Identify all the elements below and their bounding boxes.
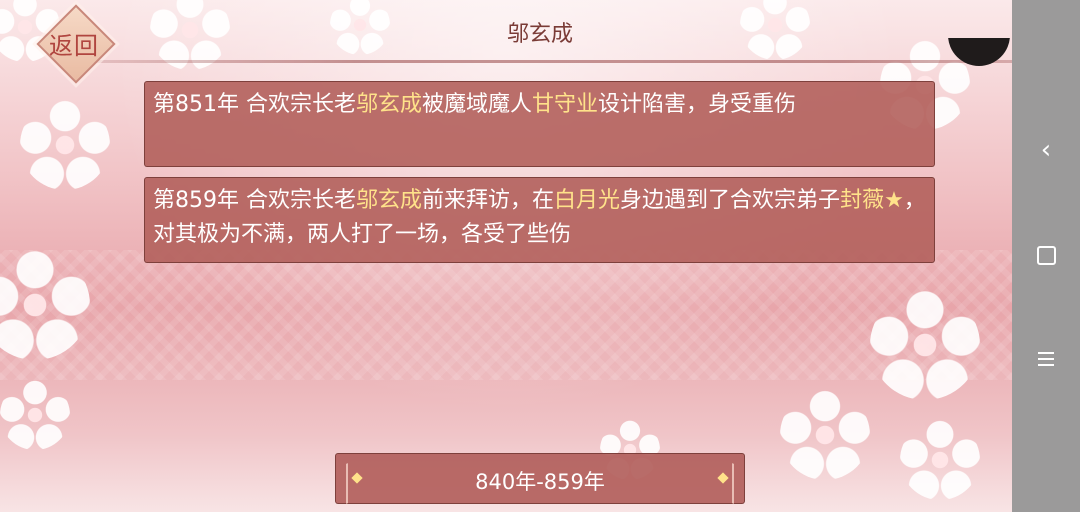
back-button-label: 返回 <box>49 32 99 60</box>
game-screen: 返回 邬玄成 ❧ 第851年 合欢宗长老邬玄成被魔域魔人甘守业设计陷害，身受重伤… <box>0 0 1012 512</box>
event-entry: 第859年 合欢宗长老邬玄成前来拜访，在白月光身边遇到了合欢宗弟子封薇★，对其极… <box>144 177 935 263</box>
menu-icon <box>1038 352 1054 354</box>
overlay-circle <box>948 38 1010 66</box>
header-ribbon <box>60 60 1012 63</box>
event-entry: 第851年 合欢宗长老邬玄成被魔域魔人甘守业设计陷害，身受重伤 <box>144 81 935 167</box>
nav-back-button[interactable]: ‹ <box>1012 130 1080 170</box>
year-range-label: 840年-859年 <box>475 470 605 494</box>
decor-flower <box>900 420 980 500</box>
nav-menu-button[interactable] <box>1012 340 1080 380</box>
page-title: 邬玄成 <box>506 22 573 47</box>
year-range-selector: 840年-859年 <box>335 452 745 504</box>
nav-home-button[interactable] <box>1012 235 1080 275</box>
decor-flower <box>870 290 980 400</box>
lace-pattern <box>0 250 1012 380</box>
square-icon <box>1036 246 1056 265</box>
system-nav-bar: ‹ <box>1012 0 1080 512</box>
next-range-button[interactable] <box>700 452 744 504</box>
decor-flower <box>0 380 70 450</box>
decor-flower <box>20 100 110 190</box>
event-text: 第859年 合欢宗长老邬玄成前来拜访，在白月光身边遇到了合欢宗弟子封薇★，对其极… <box>153 188 926 247</box>
decor-flower <box>740 0 810 60</box>
decor-flower <box>0 250 90 360</box>
decor-flower <box>780 390 870 480</box>
event-text: 第851年 合欢宗长老邬玄成被魔域魔人甘守业设计陷害，身受重伤 <box>153 92 797 117</box>
back-button[interactable]: 返回 <box>34 4 116 84</box>
chevron-left-icon: ‹ <box>1040 135 1052 165</box>
